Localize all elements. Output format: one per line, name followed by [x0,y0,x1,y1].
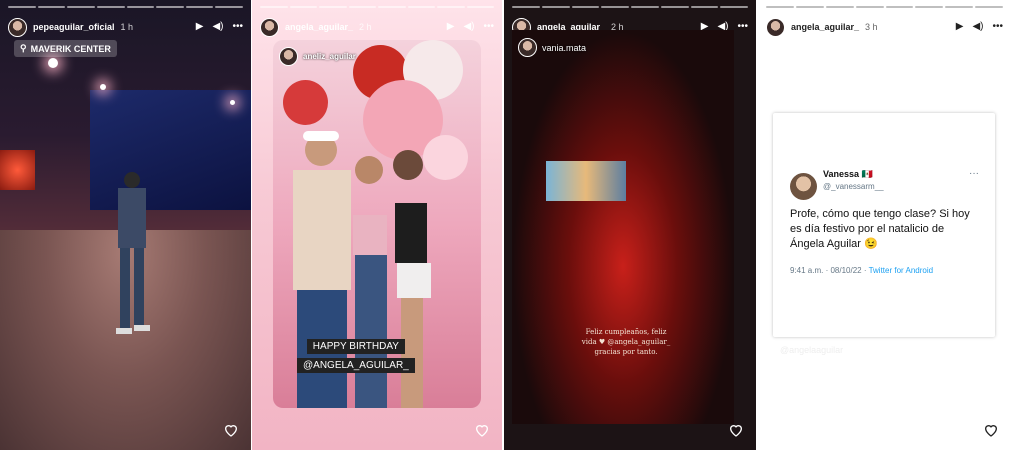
more-icon[interactable]: ••• [483,22,494,32]
heart-icon[interactable] [728,422,744,438]
post-time: 2 h [359,22,372,32]
story-panel-2[interactable]: angela_aguilar_ 2 h ▶ ◀) ••• aneliz_agui… [252,0,502,450]
caption-line: HAPPY BIRTHDAY [306,339,405,354]
tweet-text: Profe, cómo que tengo clase? Si hoy es d… [790,208,970,250]
story-progress [8,6,243,8]
avatar[interactable] [8,17,27,37]
tweet-author-name: Vanessa 🇲🇽 [823,169,873,179]
story-progress [512,6,748,8]
more-icon[interactable]: ••• [737,22,748,32]
caption-line: Feliz cumpleaños, feliz [585,328,667,336]
more-icon[interactable]: ••• [232,22,243,32]
led-screen [546,161,626,201]
location-pin-icon: ⚲ [20,43,27,53]
play-icon[interactable]: ▶ [447,22,455,32]
stage-light [230,100,235,105]
play-icon[interactable]: ▶ [956,22,964,32]
play-icon[interactable]: ▶ [196,22,204,32]
performer-figure [116,172,150,334]
username[interactable]: angela_aguilar_ [285,22,353,32]
story-progress [260,6,494,8]
tweet-author-handle: @_vanessarm__ [823,182,884,191]
location-label: MAVERIK CENTER [30,43,111,54]
tweet-card[interactable]: Vanessa 🇲🇽 @_vanessarm__ ··· Profe, cómo… [773,113,995,337]
username[interactable]: pepeaguilar_oficial [33,22,115,32]
mention-username: aneliz_aguilar [303,52,356,61]
username[interactable]: angela_aguilar_ [791,22,859,32]
avatar[interactable] [790,173,817,200]
avatar[interactable] [260,17,279,37]
heart-icon[interactable] [474,422,490,438]
caption-line: vida ♥ @angela_aguilar_ [581,338,671,346]
avatar [518,38,537,57]
more-icon[interactable]: ••• [992,22,1003,32]
mention-header[interactable]: aneliz_aguilar [279,47,356,66]
volume-icon[interactable]: ◀) [212,22,223,32]
avatar[interactable] [766,17,785,37]
post-time: 3 h [865,22,878,32]
tweet-source[interactable]: Twitter for Android [869,266,933,275]
stage-light [100,84,106,90]
story-panel-1[interactable]: pepeaguilar_oficial 1 h ▶ ◀) ••• ⚲ MAVER… [0,0,251,450]
post-time: 1 h [120,22,134,32]
avatar [279,47,298,66]
story-header: pepeaguilar_oficial 1 h ▶ ◀) ••• [8,16,243,38]
tweet-date: 9:41 a.m. · 08/10/22 · [790,266,869,275]
volume-icon[interactable]: ◀) [463,22,474,32]
mention-header[interactable]: vania.mata [518,38,586,57]
faint-watermark: @angelaaguilar [780,345,844,355]
heart-icon[interactable] [983,422,999,438]
reshared-video[interactable]: vania.mata Feliz cumpleaños, feliz vida … [512,30,734,424]
stage-light [48,58,58,68]
handwritten-caption: Feliz cumpleaños, feliz vida ♥ @angela_a… [566,327,686,357]
mention-username: vania.mata [542,42,587,53]
story-progress [766,6,1003,8]
story-panel-3[interactable]: angela_aguilar_ 2 h ▶ ◀) ••• vania.mata … [504,0,756,450]
arena-screen [0,150,35,190]
more-icon[interactable]: ··· [969,168,979,179]
story-panel-4[interactable]: angela_aguilar_ 3 h ▶ ◀) ••• Vanessa 🇲🇽 … [758,0,1011,450]
reshared-photo[interactable]: aneliz_aguilar HAPPY BIRTHDAY @ANGELA_AG… [273,40,481,408]
birthday-caption: HAPPY BIRTHDAY @ANGELA_AGUILAR_ [297,336,415,374]
location-sticker[interactable]: ⚲ MAVERIK CENTER [14,40,117,57]
caption-line: gracias por tanto. [594,348,658,356]
volume-icon[interactable]: ◀) [972,22,983,32]
heart-icon[interactable] [223,422,239,438]
story-header: angela_aguilar_ 2 h ▶ ◀) ••• [260,16,494,38]
story-header: angela_aguilar_ 3 h ▶ ◀) ••• [766,16,1003,38]
tweet-meta: 9:41 a.m. · 08/10/22 · Twitter for Andro… [790,266,933,275]
caption-line[interactable]: @ANGELA_AGUILAR_ [297,358,415,373]
